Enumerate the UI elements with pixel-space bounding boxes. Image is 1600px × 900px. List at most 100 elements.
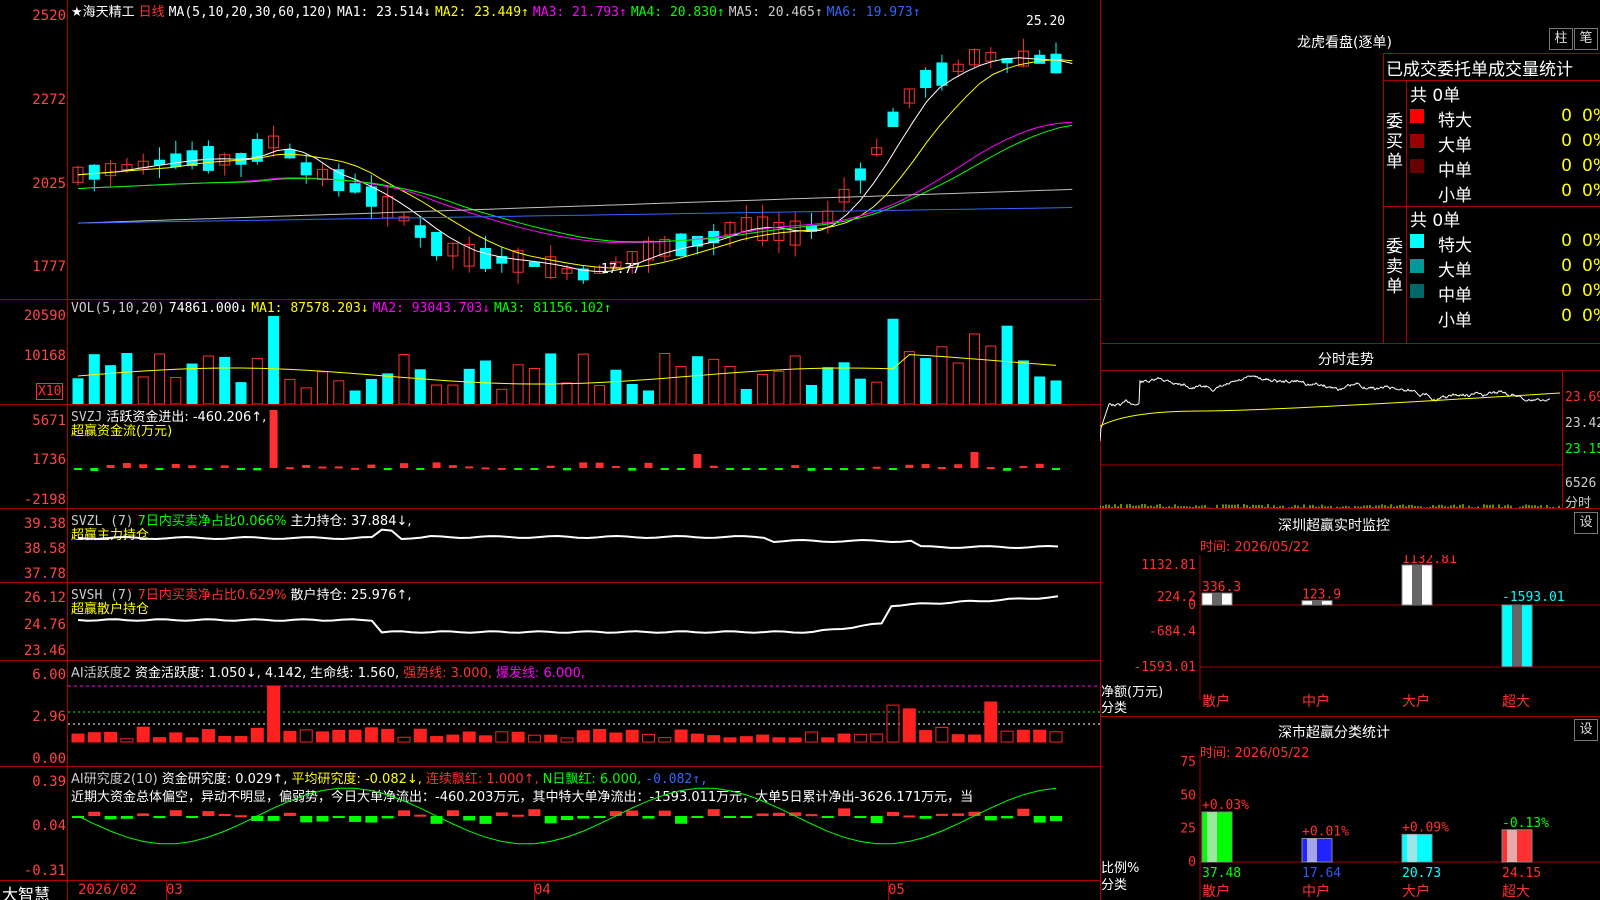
fund-flow-bar [465, 466, 474, 469]
svzj-chart[interactable] [68, 406, 1100, 508]
research-bar [283, 812, 296, 816]
volume-bar [887, 318, 899, 404]
research-bar [935, 813, 948, 816]
fund-flow-bar [742, 468, 751, 470]
buy-order-count: 共 0单 [1410, 86, 1461, 106]
ai1-axis-tick: 2.96 [32, 709, 66, 725]
research-bar [381, 816, 394, 819]
volume-chart[interactable] [68, 316, 1100, 404]
volume-bar [594, 385, 606, 404]
class-axis-tick: 0 [1188, 855, 1196, 870]
volume-bar [822, 367, 834, 404]
volume-bar [365, 378, 377, 404]
candle-body [936, 62, 948, 86]
activity-bar [609, 732, 623, 743]
activity-bar [642, 733, 655, 743]
fund-flow-bar [709, 465, 718, 468]
volume-bar [121, 353, 133, 404]
fund-flow-bar [774, 468, 783, 470]
sell-order-count: 共 0单 [1410, 211, 1461, 231]
research-bar [463, 816, 476, 821]
price-axis-tick: 2272 [32, 92, 66, 108]
fund-flow-bar [530, 468, 539, 470]
fund-flow-bar [889, 468, 897, 470]
volume-stats-tab[interactable]: 已成交委托单成交量统计 [1386, 55, 1573, 80]
color-swatch [1410, 259, 1424, 273]
fund-flow-bar [1003, 468, 1012, 471]
tick-view-button[interactable]: 笔 [1574, 28, 1598, 50]
svzl-chart[interactable] [68, 510, 1100, 582]
ai1-chart[interactable] [68, 676, 1100, 766]
volume-bar [219, 356, 231, 404]
class-value: 20.73 [1402, 866, 1441, 881]
research-bar [984, 816, 997, 821]
volume-bar [871, 381, 883, 404]
fund-flow-bar [188, 465, 197, 468]
activity-bar [935, 726, 949, 743]
fund-flow-bar [644, 462, 653, 468]
volume-bar [545, 353, 557, 404]
color-swatch [1410, 159, 1424, 173]
volume-bar [773, 370, 785, 404]
class-bar-shade [1207, 812, 1217, 862]
research-bar [544, 816, 557, 824]
ma-line [77, 124, 1073, 243]
activity-bar [234, 736, 248, 743]
volume-bar [708, 358, 720, 404]
svsh-chart[interactable] [68, 584, 1100, 660]
class-bar-label: +0.09% [1402, 820, 1449, 835]
fund-flow-bar [204, 468, 213, 471]
candle-body [854, 168, 866, 181]
intraday-volume-tick: 6526 [1565, 476, 1597, 491]
research-bar [349, 816, 362, 822]
buy-row-super: 特大00% [1410, 106, 1600, 131]
research-bar [903, 815, 916, 818]
column-view-button[interactable]: 柱 [1549, 28, 1573, 50]
ai1-axis-tick: 0.00 [32, 751, 66, 767]
fund-flow-bar [693, 454, 702, 468]
class-bar-shade [1507, 829, 1517, 862]
fund-flow-bar [823, 468, 832, 470]
activity-bar [511, 731, 525, 743]
volume-bar [675, 365, 687, 404]
fund-flow-bar [106, 464, 115, 468]
ai1-axis-tick: 6.00 [32, 667, 66, 683]
volume-bar [186, 363, 198, 404]
activity-bar [218, 735, 232, 743]
fund-flow-bar [628, 468, 637, 471]
fund-flow-bar [937, 467, 946, 470]
monitor-bar-label: -1593.01 [1502, 590, 1565, 605]
fund-flow-bar [1019, 466, 1028, 469]
monitor-settings-button[interactable]: 设 [1574, 512, 1598, 534]
kline-chart[interactable] [68, 16, 1100, 299]
activity-bar [739, 736, 753, 743]
ai2-axis-tick: 0.39 [32, 774, 66, 790]
activity-bar [71, 733, 85, 743]
buy-row-small: 小单00% [1438, 181, 1600, 206]
volume-bar [1050, 380, 1062, 404]
class-category: 中户 [1302, 883, 1330, 900]
fund-flow-bar [921, 464, 930, 468]
activity-bar [837, 733, 851, 743]
research-bar [169, 810, 182, 816]
class-stats-title: 深市超赢分类统计 [1278, 725, 1390, 741]
activity-bar [267, 685, 281, 743]
research-bar [300, 816, 313, 823]
volume-bar [333, 380, 345, 404]
candle-body [480, 247, 491, 269]
candle-body [349, 183, 361, 193]
activity-bar [316, 731, 329, 743]
research-bar [430, 816, 443, 824]
research-bar [1050, 816, 1062, 822]
activity-bar [446, 734, 460, 743]
class-axis-tick: 25 [1180, 822, 1196, 837]
fund-flow-bar [122, 463, 131, 468]
volume-bar [985, 345, 997, 404]
research-bar [316, 816, 329, 822]
ai2-chart[interactable] [68, 768, 1100, 880]
activity-bar [120, 738, 134, 743]
fund-flow-bar [856, 468, 865, 470]
volume-bar [447, 384, 459, 404]
class-stats-settings-button[interactable]: 设 [1574, 719, 1598, 741]
intraday-chart[interactable] [1100, 371, 1562, 509]
